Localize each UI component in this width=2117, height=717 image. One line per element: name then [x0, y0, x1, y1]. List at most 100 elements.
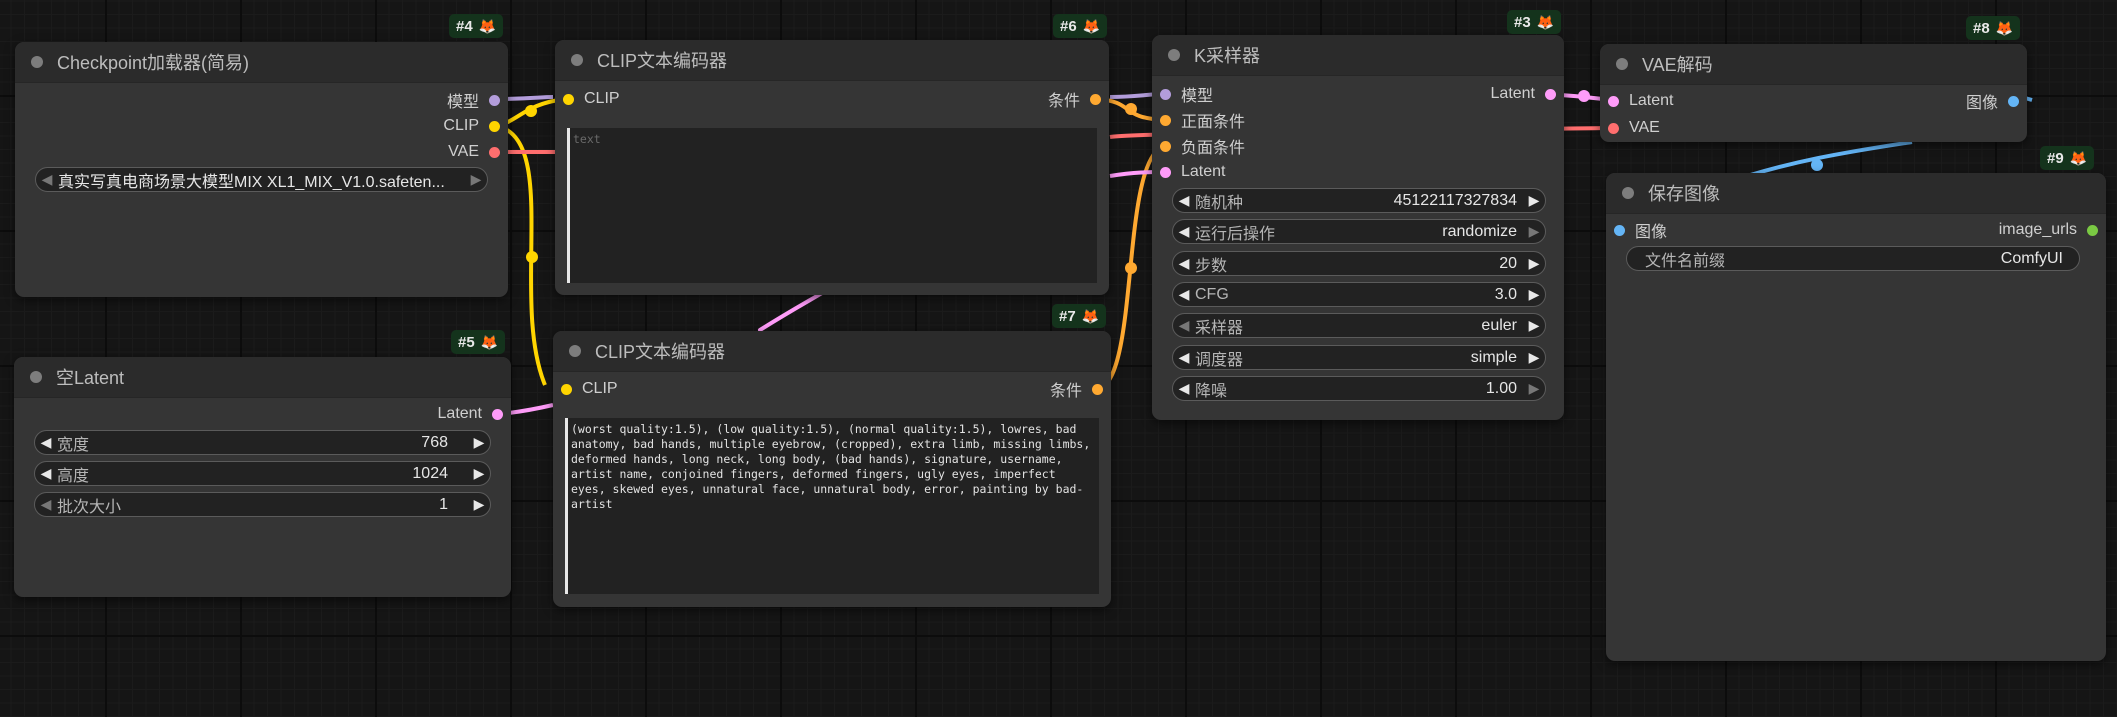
right-arrow-icon[interactable]: ▶	[1523, 380, 1545, 397]
clip-pin-icon[interactable]	[563, 93, 574, 105]
left-arrow-icon[interactable]: ◀	[35, 465, 57, 482]
steps-widget[interactable]: ◀ 步数 20 ▶	[1172, 251, 1546, 276]
prompt-textarea[interactable]: text	[567, 128, 1097, 283]
node-title-bar[interactable]: Checkpoint加载器(简易)	[15, 42, 508, 83]
batch-size-widget[interactable]: ◀ 批次大小 1 ▶	[34, 492, 491, 517]
left-arrow-icon[interactable]: ◀	[35, 434, 57, 451]
left-arrow-icon[interactable]: ◀	[1173, 286, 1195, 303]
collapse-dot-icon[interactable]	[571, 54, 583, 66]
right-arrow-icon[interactable]: ▶	[1523, 286, 1545, 303]
node-title-bar[interactable]: 空Latent	[14, 357, 511, 398]
widget-value: 1.00	[1485, 379, 1517, 397]
output-latent[interactable]: Latent	[1491, 83, 1556, 105]
right-arrow-icon[interactable]: ▶	[1523, 223, 1545, 240]
node-title: CLIP文本编码器	[595, 342, 726, 362]
collapse-dot-icon[interactable]	[31, 56, 43, 68]
left-arrow-icon[interactable]: ◀	[1173, 349, 1195, 366]
node-title-bar[interactable]: K采样器	[1152, 35, 1564, 76]
output-vae[interactable]: VAE	[448, 141, 500, 163]
fox-icon: 🦊	[1536, 13, 1555, 30]
scheduler-widget[interactable]: ◀ 调度器 simple ▶	[1172, 345, 1546, 370]
input-images[interactable]: 图像	[1614, 219, 1667, 241]
collapse-dot-icon[interactable]	[569, 345, 581, 357]
model-pin-icon[interactable]	[1160, 88, 1171, 100]
input-positive[interactable]: 正面条件	[1160, 109, 1245, 131]
clip-pin-icon[interactable]	[489, 120, 500, 132]
output-image-urls[interactable]: image_urls	[1999, 219, 2098, 241]
node-title: K采样器	[1194, 46, 1261, 66]
input-clip[interactable]: CLIP	[563, 88, 620, 110]
output-clip[interactable]: CLIP	[443, 115, 500, 137]
latent-pin-icon[interactable]	[1160, 166, 1171, 178]
right-arrow-icon[interactable]: ▶	[468, 434, 490, 451]
conditioning-pin-icon[interactable]	[1090, 93, 1101, 105]
left-arrow-icon[interactable]: ◀	[1173, 380, 1195, 397]
input-clip[interactable]: CLIP	[561, 378, 618, 400]
vae-decode-node[interactable]: VAE解码 Latent VAE 图像	[1600, 44, 2027, 142]
left-arrow-icon[interactable]: ◀	[1173, 255, 1195, 272]
latent-pin-icon[interactable]	[492, 408, 503, 420]
clip-text-encode-positive-node[interactable]: CLIP文本编码器 CLIP 条件 text	[555, 40, 1109, 295]
input-model[interactable]: 模型	[1160, 83, 1213, 105]
left-arrow-icon[interactable]: ◀	[1173, 317, 1195, 334]
output-image[interactable]: 图像	[1966, 90, 2019, 112]
image-pin-icon[interactable]	[1614, 224, 1625, 236]
left-arrow-icon[interactable]: ◀	[36, 171, 58, 188]
sampler-name-widget[interactable]: ◀ 采样器 euler ▶	[1172, 313, 1546, 338]
node-title-bar[interactable]: 保存图像	[1606, 173, 2106, 214]
right-arrow-icon[interactable]: ▶	[1523, 349, 1545, 366]
cfg-widget[interactable]: ◀ CFG 3.0 ▶	[1172, 282, 1546, 307]
right-arrow-icon[interactable]: ▶	[465, 171, 487, 188]
node-id: #4	[456, 17, 473, 35]
right-arrow-icon[interactable]: ▶	[468, 465, 490, 482]
filename-prefix-widget[interactable]: 文件名前缀 ComfyUI	[1626, 246, 2080, 271]
output-conditioning[interactable]: 条件	[1048, 88, 1101, 110]
node-title-bar[interactable]: VAE解码	[1600, 44, 2027, 85]
image-pin-icon[interactable]	[2008, 95, 2019, 107]
width-widget[interactable]: ◀ 宽度 768 ▶	[34, 430, 491, 455]
left-arrow-icon[interactable]: ◀	[1173, 223, 1195, 240]
save-image-node[interactable]: 保存图像 图像 image_urls 文件名前缀 ComfyUI	[1606, 173, 2106, 661]
right-arrow-icon[interactable]: ▶	[1523, 192, 1545, 209]
output-model[interactable]: 模型	[447, 89, 500, 111]
output-conditioning[interactable]: 条件	[1050, 378, 1103, 400]
collapse-dot-icon[interactable]	[1168, 49, 1180, 61]
conditioning-pin-icon[interactable]	[1160, 140, 1171, 152]
latent-pin-icon[interactable]	[1608, 95, 1619, 107]
string-pin-icon[interactable]	[2087, 224, 2098, 236]
clip-text-encode-negative-node[interactable]: CLIP文本编码器 CLIP 条件 (worst quality:1.5), (…	[553, 331, 1111, 607]
checkpoint-loader-node[interactable]: Checkpoint加载器(简易) 模型 CLIP VAE ◀ 真实写真电商场景…	[15, 42, 508, 297]
input-samples[interactable]: Latent	[1608, 90, 1673, 112]
left-arrow-icon[interactable]: ◀	[1173, 192, 1195, 209]
collapse-dot-icon[interactable]	[30, 371, 42, 383]
seed-widget[interactable]: ◀ 随机种 45122117327834 ▶	[1172, 188, 1546, 213]
collapse-dot-icon[interactable]	[1622, 187, 1634, 199]
output-label: 模型	[446, 94, 479, 111]
model-pin-icon[interactable]	[489, 94, 500, 106]
input-vae[interactable]: VAE	[1608, 117, 1660, 139]
ckpt-name-combo[interactable]: ◀ 真实写真电商场景大模型MIX XL1_MIX_V1.0.safeten...…	[35, 167, 488, 192]
ksampler-node[interactable]: K采样器 模型 正面条件 负面条件 Latent Latent ◀ 随机种 4512…	[1152, 35, 1564, 420]
right-arrow-icon[interactable]: ▶	[1523, 255, 1545, 272]
input-latent[interactable]: Latent	[1160, 161, 1225, 183]
vae-pin-icon[interactable]	[1608, 122, 1619, 134]
control-after-generate-widget[interactable]: ◀ 运行后操作 randomize ▶	[1172, 219, 1546, 244]
node-title-bar[interactable]: CLIP文本编码器	[555, 40, 1109, 81]
latent-pin-icon[interactable]	[1545, 88, 1556, 100]
height-widget[interactable]: ◀ 高度 1024 ▶	[34, 461, 491, 486]
collapse-dot-icon[interactable]	[1616, 58, 1628, 70]
right-arrow-icon[interactable]: ▶	[468, 496, 490, 513]
output-latent[interactable]: Latent	[438, 403, 503, 425]
denoise-widget[interactable]: ◀ 降噪 1.00 ▶	[1172, 376, 1546, 401]
right-arrow-icon[interactable]: ▶	[1523, 317, 1545, 334]
left-arrow-icon[interactable]: ◀	[35, 496, 57, 513]
input-negative[interactable]: 负面条件	[1160, 135, 1245, 157]
clip-pin-icon[interactable]	[561, 383, 572, 395]
vae-pin-icon[interactable]	[489, 146, 500, 158]
node-title-bar[interactable]: CLIP文本编码器	[553, 331, 1111, 372]
prompt-textarea[interactable]: (worst quality:1.5), (low quality:1.5), …	[565, 418, 1099, 594]
conditioning-pin-icon[interactable]	[1160, 114, 1171, 126]
output-label: image_urls	[1998, 221, 2077, 238]
conditioning-pin-icon[interactable]	[1092, 383, 1103, 395]
empty-latent-node[interactable]: 空Latent Latent ◀ 宽度 768 ▶ ◀ 高度 1024 ▶ ◀ 批次大小 1 ▶	[14, 357, 511, 597]
